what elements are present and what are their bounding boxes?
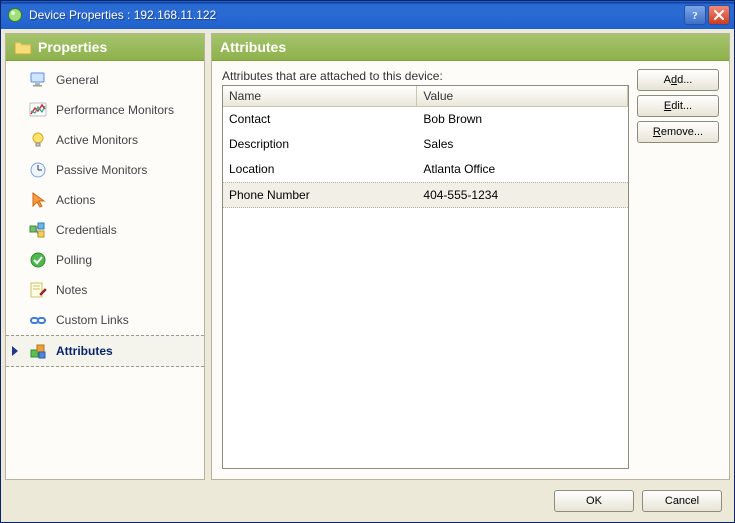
main-header: Attributes	[212, 34, 729, 61]
sidebar-item-actions[interactable]: Actions	[6, 185, 204, 215]
window-title: Device Properties : 192.168.11.122	[29, 8, 684, 22]
attributes-table-area: Attributes that are attached to this dev…	[222, 69, 629, 469]
sidebar-item-label: Performance Monitors	[56, 103, 174, 117]
titlebar: Device Properties : 192.168.11.122 ?	[1, 1, 734, 29]
sidebar-item-label: General	[56, 73, 99, 87]
sidebar-item-active-monitors[interactable]: Active Monitors	[6, 125, 204, 155]
sidebar-item-credentials[interactable]: Credentials	[6, 215, 204, 245]
cancel-button[interactable]: Cancel	[642, 490, 722, 512]
table-row[interactable]: Contact Bob Brown	[223, 107, 628, 132]
cursor-arrow-icon	[28, 190, 48, 210]
column-header-value[interactable]: Value	[417, 86, 628, 106]
cell-value: 404-555-1234	[417, 188, 628, 202]
main-panel: Attributes Attributes that are attached …	[211, 33, 730, 480]
sidebar-header: Properties	[6, 34, 204, 61]
sidebar-nav: General Performance Monitors	[6, 61, 204, 479]
attributes-description: Attributes that are attached to this dev…	[222, 69, 629, 83]
add-button[interactable]: Add...	[637, 69, 719, 91]
sidebar-item-label: Notes	[56, 283, 87, 297]
sidebar-item-label: Attributes	[56, 344, 113, 358]
main-title: Attributes	[220, 39, 286, 55]
blocks-icon	[28, 341, 48, 361]
sidebar-item-custom-links[interactable]: Custom Links	[6, 305, 204, 335]
sidebar-item-label: Polling	[56, 253, 92, 267]
sidebar-item-notes[interactable]: Notes	[6, 275, 204, 305]
link-chain-icon	[28, 310, 48, 330]
clock-icon	[28, 160, 48, 180]
cell-name: Contact	[223, 112, 417, 126]
dialog-footer: OK Cancel	[5, 484, 730, 518]
folder-icon	[14, 40, 32, 55]
ok-button[interactable]: OK	[554, 490, 634, 512]
cell-name: Phone Number	[223, 188, 417, 202]
grid-rows: Contact Bob Brown Description Sales Loca…	[223, 107, 628, 468]
cell-value: Bob Brown	[417, 112, 628, 126]
attributes-grid[interactable]: Name Value Contact Bob Brown Description	[222, 85, 629, 469]
help-button[interactable]: ?	[684, 5, 706, 25]
sidebar-item-label: Credentials	[56, 223, 117, 237]
sidebar-title: Properties	[38, 39, 107, 55]
svg-text:?: ?	[692, 10, 698, 21]
table-row[interactable]: Phone Number 404-555-1234	[223, 182, 628, 208]
bulb-icon	[28, 130, 48, 150]
sidebar-item-performance-monitors[interactable]: Performance Monitors	[6, 95, 204, 125]
cell-value: Sales	[417, 137, 628, 151]
table-row[interactable]: Location Atlanta Office	[223, 157, 628, 182]
edit-button[interactable]: Edit...	[637, 95, 719, 117]
side-actions: Add... Edit... Remove...	[637, 69, 719, 469]
note-pencil-icon	[28, 280, 48, 300]
table-row[interactable]: Description Sales	[223, 132, 628, 157]
sidebar-item-label: Actions	[56, 193, 95, 207]
credentials-icon	[28, 220, 48, 240]
remove-button[interactable]: Remove...	[637, 121, 719, 143]
cell-name: Description	[223, 137, 417, 151]
device-properties-window: Device Properties : 192.168.11.122 ?	[0, 0, 735, 523]
perf-chart-icon	[28, 100, 48, 120]
column-header-name[interactable]: Name	[223, 86, 417, 106]
sidebar-item-attributes[interactable]: Attributes	[6, 335, 204, 367]
close-button[interactable]	[708, 5, 730, 25]
sidebar-item-label: Custom Links	[56, 313, 129, 327]
cell-value: Atlanta Office	[417, 162, 628, 176]
sidebar-panel: Properties General	[5, 33, 205, 480]
sidebar-item-polling[interactable]: Polling	[6, 245, 204, 275]
sidebar-item-general[interactable]: General	[6, 65, 204, 95]
sidebar-item-passive-monitors[interactable]: Passive Monitors	[6, 155, 204, 185]
app-icon	[7, 7, 23, 23]
monitor-icon	[28, 70, 48, 90]
check-circle-icon	[28, 250, 48, 270]
sidebar-item-label: Passive Monitors	[56, 163, 147, 177]
dialog-body: Properties General	[1, 29, 734, 522]
sidebar-item-label: Active Monitors	[56, 133, 138, 147]
grid-header[interactable]: Name Value	[223, 86, 628, 107]
cell-name: Location	[223, 162, 417, 176]
